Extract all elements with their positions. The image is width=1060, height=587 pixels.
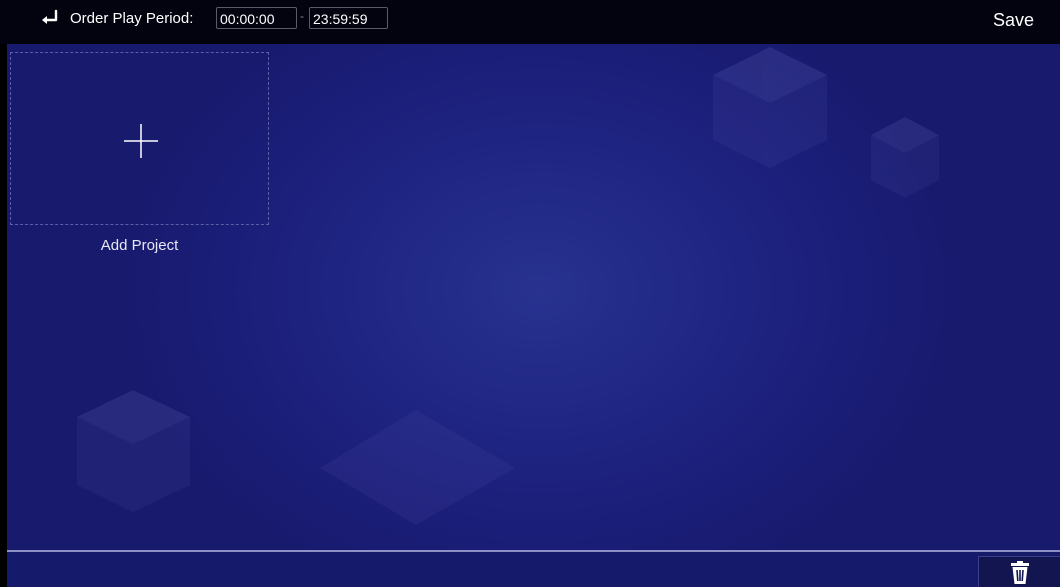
- add-project-tile[interactable]: [10, 52, 269, 225]
- trash-icon: [1011, 561, 1029, 584]
- save-button[interactable]: Save: [993, 9, 1034, 31]
- top-bar: Order Play Period: 00:00:00 - 23:59:59 S…: [0, 0, 1060, 44]
- add-project-label: Add Project: [100, 237, 179, 254]
- end-time-input[interactable]: 23:59:59: [309, 7, 388, 29]
- delete-button[interactable]: [978, 556, 1060, 587]
- start-time-input[interactable]: 00:00:00: [216, 7, 297, 29]
- play-period-label: Order Play Period:: [70, 10, 194, 27]
- bottom-bar: [7, 552, 1060, 587]
- return-arrow-icon: [42, 9, 58, 24]
- left-edge: [0, 0, 7, 587]
- app-screen: Order Play Period: 00:00:00 - 23:59:59 S…: [0, 0, 1060, 587]
- back-button[interactable]: [36, 8, 62, 30]
- time-separator: -: [300, 9, 304, 23]
- plus-icon: [124, 124, 158, 158]
